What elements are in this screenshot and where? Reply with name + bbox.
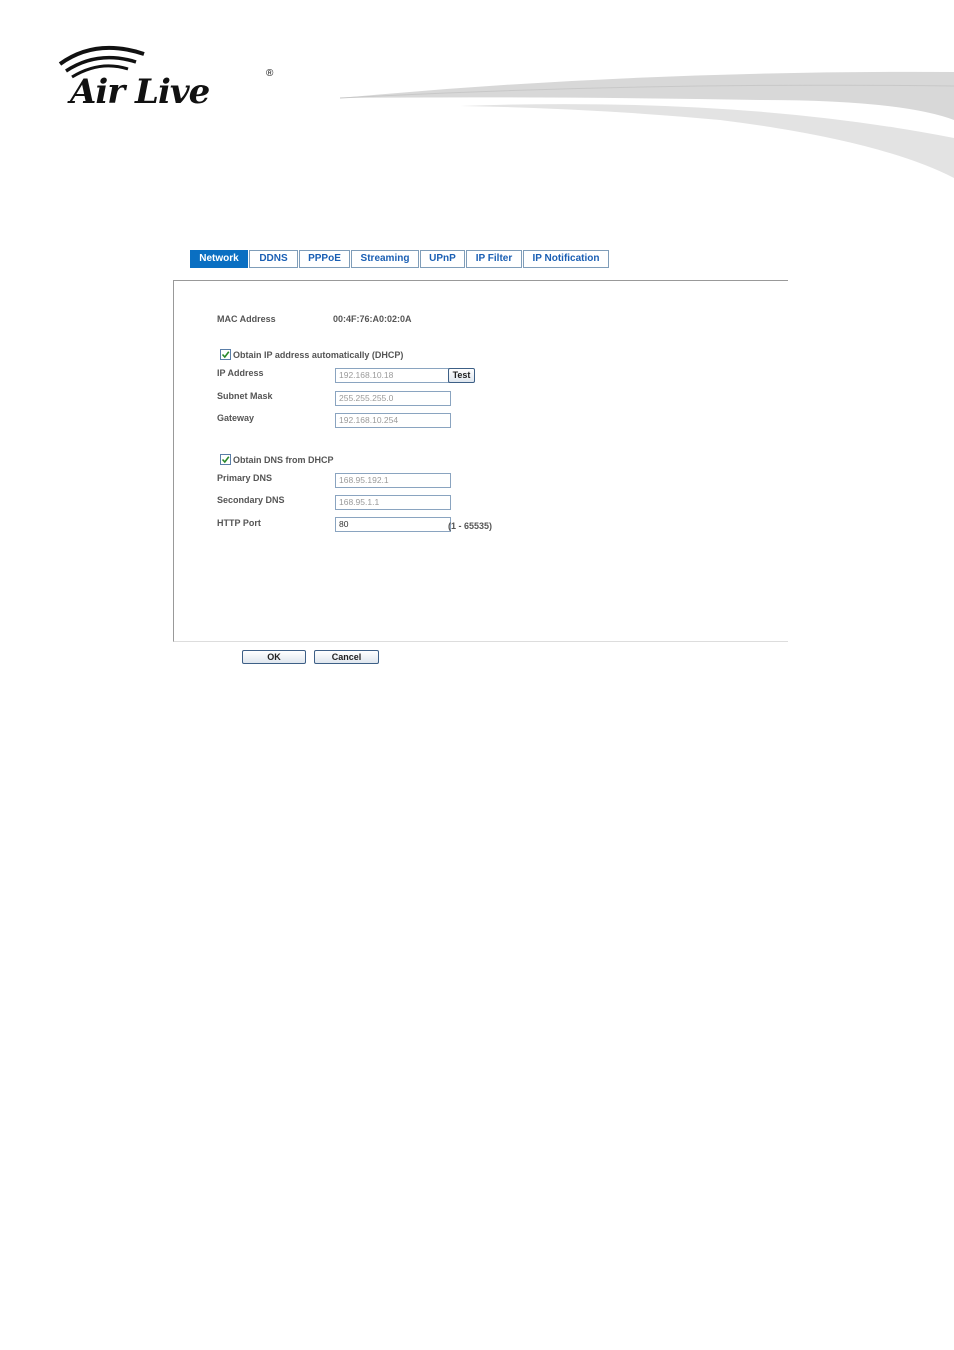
tab-pppoe[interactable]: PPPoE <box>299 250 350 268</box>
gateway-field[interactable]: 192.168.10.254 <box>335 413 451 428</box>
cancel-button[interactable]: Cancel <box>314 650 379 664</box>
subnet-mask-field[interactable]: 255.255.255.0 <box>335 391 451 406</box>
dhcp-dns-label: Obtain DNS from DHCP <box>233 454 334 465</box>
tab-streaming[interactable]: Streaming <box>351 250 419 268</box>
test-button[interactable]: Test <box>448 368 475 383</box>
ip-address-label: IP Address <box>217 368 264 378</box>
tab-ddns[interactable]: DDNS <box>249 250 298 268</box>
settings-tabs: Network DDNS PPPoE Streaming UPnP IP Fil… <box>190 250 610 268</box>
mac-address-label: MAC Address <box>217 314 276 324</box>
gateway-label: Gateway <box>217 413 255 423</box>
logo-wordmark: Air Live <box>70 72 210 112</box>
checkmark-icon <box>221 351 230 359</box>
dhcp-ip-checkbox[interactable] <box>220 349 231 360</box>
tab-ip-filter[interactable]: IP Filter <box>466 250 522 268</box>
primary-dns-field[interactable]: 168.95.192.1 <box>335 473 451 488</box>
subnet-mask-label: Subnet Mask <box>217 391 273 401</box>
dhcp-ip-option: Obtain IP address automatically (DHCP) <box>220 349 403 360</box>
tab-upnp[interactable]: UPnP <box>420 250 465 268</box>
dhcp-dns-checkbox[interactable] <box>220 454 231 465</box>
registered-mark: ® <box>266 68 274 79</box>
mac-address-value: 00:4F:76:A0:02:0A <box>333 314 412 324</box>
header-swoosh <box>340 71 954 178</box>
http-port-label: HTTP Port <box>217 518 261 528</box>
checkmark-icon <box>221 456 230 464</box>
ip-address-field[interactable]: 192.168.10.18 <box>335 368 451 383</box>
dhcp-ip-label: Obtain IP address automatically (DHCP) <box>233 349 404 360</box>
http-port-field[interactable]: 80 <box>335 517 451 532</box>
tab-network[interactable]: Network <box>190 250 248 268</box>
secondary-dns-field[interactable]: 168.95.1.1 <box>335 495 451 510</box>
ok-button[interactable]: OK <box>242 650 306 664</box>
http-port-range: (1 - 65535) <box>448 521 493 531</box>
dhcp-dns-option: Obtain DNS from DHCP <box>220 454 334 465</box>
secondary-dns-label: Secondary DNS <box>217 495 285 505</box>
tab-ip-notification[interactable]: IP Notification <box>523 250 609 268</box>
airlive-logo: Air Live ® <box>56 44 286 114</box>
primary-dns-label: Primary DNS <box>217 473 273 483</box>
